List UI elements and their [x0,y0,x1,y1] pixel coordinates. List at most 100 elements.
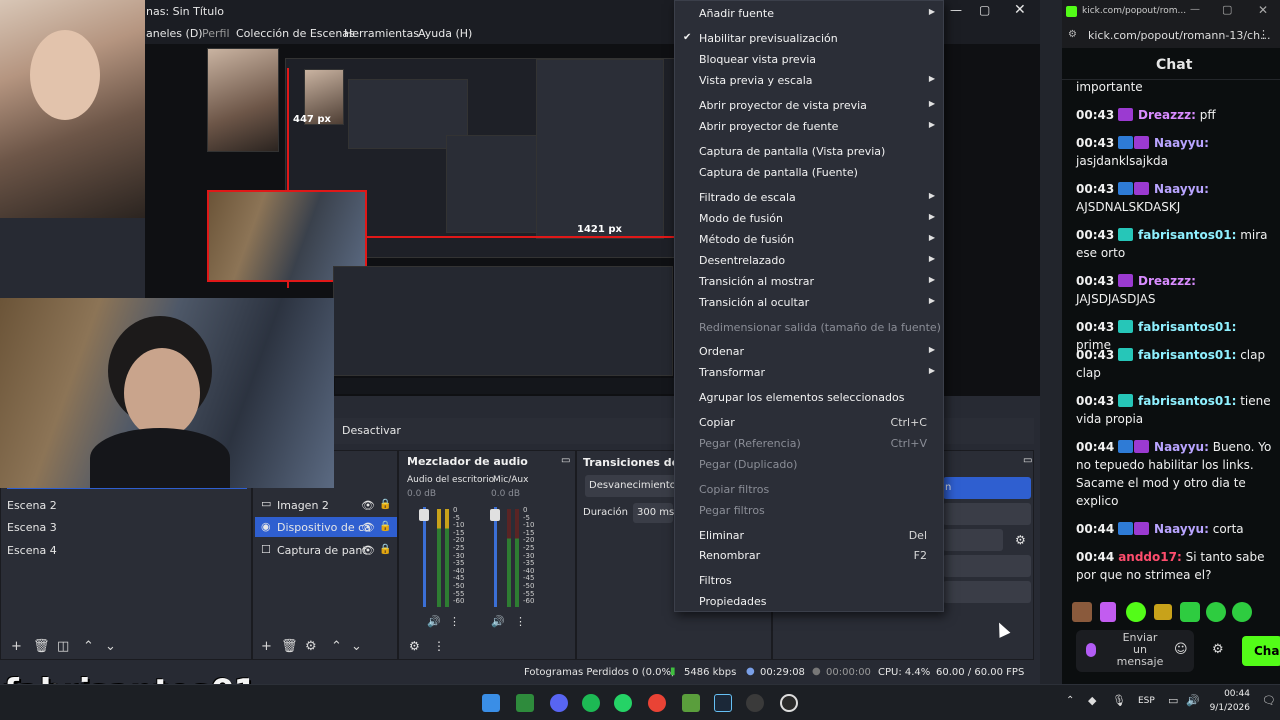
settings-button[interactable] [943,581,1031,603]
menu-item-deinterlace[interactable]: Desentrelazado ▶ [699,252,935,270]
volume-fader-track[interactable] [423,507,426,607]
menu-item-lock-preview[interactable]: Bloquear vista previa [699,51,935,69]
scene-item[interactable]: Escena 4 [7,544,57,557]
speaker-icon[interactable]: 🔊 [491,615,505,628]
mixer-menu-icon[interactable]: ⋮ [433,639,445,653]
visibility-eye-icon[interactable]: 👁 [361,544,375,557]
source-settings-icon[interactable]: ⚙ [305,639,317,654]
menu-item-transform[interactable]: Transformar ▶ [699,364,935,382]
menu-item-show-transition[interactable]: Transición al mostrar ▶ [699,273,935,291]
scene-item[interactable]: Escena 2 [7,499,57,512]
duration-input[interactable]: 300 ms [633,503,674,523]
chrome-app-icon[interactable] [648,694,666,712]
emote-icon[interactable] [1180,602,1200,622]
mixer-settings-icon[interactable]: ⚙ [409,639,420,653]
language-indicator[interactable]: ESP [1138,696,1155,706]
steam-app-icon[interactable] [714,694,732,712]
network-icon[interactable]: ▭ [1168,694,1178,707]
more-options-icon[interactable]: ⋮ [1258,28,1269,41]
emote-icon[interactable] [1232,602,1252,622]
address-text[interactable]: kick.com/popout/romann-13/ch... [1088,29,1271,42]
clock-date[interactable]: 9/1/2026 [1206,703,1250,713]
notifications-icon[interactable]: 🗨 [1262,694,1276,707]
transition-select[interactable]: Desvanecimiento [585,475,677,497]
menu-item-order[interactable]: Ordenar ▶ [699,343,935,361]
whatsapp-app-icon[interactable] [614,694,632,712]
menu-item-blend-method[interactable]: Método de fusión ▶ [699,231,935,249]
studio-mode-button[interactable] [943,555,1031,577]
menu-item-group-selected[interactable]: Agrupar los elementos seleccionados [699,389,935,407]
volume-icon[interactable]: 🔊 [1186,694,1200,707]
minecraft-app-icon[interactable] [682,694,700,712]
remove-scene-icon[interactable]: 🗑 [33,639,50,654]
lock-icon[interactable]: 🔒 [379,544,391,555]
move-up-icon[interactable]: ⌃ [83,639,94,654]
source-move-up-icon[interactable]: ⌃ [331,639,342,654]
menu-item-preview-scale[interactable]: Vista previa y escala ▶ [699,72,935,90]
browser-tab-title[interactable]: kick.com/popout/rom... [1082,6,1186,16]
menu-help[interactable]: Ayuda (H) [418,27,472,40]
menu-tools[interactable]: Herramientas [344,27,419,40]
remove-source-icon[interactable]: 🗑 [281,639,298,654]
maximize-icon[interactable]: ▢ [1222,3,1232,16]
lock-icon[interactable]: 🔒 [379,521,391,532]
menu-item-source-projector[interactable]: Abrir proyector de fuente ▶ [699,118,935,136]
start-recording-button[interactable] [943,503,1031,525]
excel-app-icon[interactable] [516,694,534,712]
more-options-icon[interactable]: ⋮ [515,615,526,628]
microphone-tray-icon[interactable]: 🎙 [1112,694,1126,707]
menu-item-screenshot-source[interactable]: Captura de pantalla (Fuente) [699,164,935,182]
lock-icon[interactable]: 🔒 [379,499,391,510]
volume-fader-track[interactable] [494,507,497,607]
source-item[interactable]: Dispositivo de ca [277,521,371,534]
emoji-icon[interactable]: ☺ [1174,642,1188,657]
minimize-icon[interactable]: — [950,3,962,17]
windows-start-icon[interactable] [482,694,500,712]
menu-panels[interactable]: aneles (D) [146,27,203,40]
site-info-icon[interactable]: ⚙ [1068,29,1077,40]
visibility-eye-icon[interactable]: 👁 [361,499,375,512]
menu-item-screenshot-preview[interactable]: Captura de pantalla (Vista previa) [699,143,935,161]
chat-settings-icon[interactable]: ⚙ [1212,642,1224,657]
volume-fader-handle[interactable] [490,509,500,521]
virtual-camera-button[interactable] [943,529,1003,551]
scene-item[interactable]: Escena 3 [7,521,57,534]
menu-item-properties[interactable]: Propiedades [699,593,935,611]
speaker-icon[interactable]: 🔊 [427,615,441,628]
menu-item-preview-projector[interactable]: Abrir proyector de vista previa ▶ [699,97,935,115]
menu-item-blend-mode[interactable]: Modo de fusión ▶ [699,210,935,228]
send-chat-button[interactable]: Cha [1242,636,1280,666]
dock-float-icon[interactable]: ▭ [561,455,570,466]
emote-icon[interactable] [1126,602,1146,622]
virtual-camera-settings-icon[interactable]: ⚙ [1015,533,1026,547]
source-move-down-icon[interactable]: ⌄ [351,639,362,654]
menu-profile[interactable]: Perfil [202,27,230,40]
menu-item-scale-filter[interactable]: Filtrado de escala ▶ [699,189,935,207]
more-options-icon[interactable]: ⋮ [449,615,460,628]
emote-icon[interactable] [1154,604,1172,620]
obs-app-icon-2[interactable] [780,694,798,712]
minimize-icon[interactable]: — [1190,4,1200,15]
tray-app-icon[interactable]: ◆ [1088,694,1096,707]
menu-scene-collection[interactable]: Colección de Escenas [236,27,355,40]
dock-float-icon[interactable]: ▭ [1023,455,1032,466]
discord-app-icon[interactable] [550,694,568,712]
emote-icon[interactable] [1100,602,1116,622]
chat-input[interactable]: Enviar un mensaje ☺ [1076,630,1194,672]
scene-filters-icon[interactable]: ◫ [57,639,69,654]
tray-expand-icon[interactable]: ⌃ [1066,695,1074,706]
deactivate-button[interactable]: Desactivar [342,424,401,437]
browser-address-bar[interactable]: ⚙ kick.com/popout/romann-13/ch... ⋮ [1062,24,1280,48]
menu-item-rename[interactable]: Renombrar F2 [699,547,935,565]
maximize-icon[interactable]: ▢ [979,3,990,17]
obs-app-icon[interactable] [746,694,764,712]
add-source-icon[interactable]: + [261,639,272,654]
start-streaming-button[interactable]: n [943,477,1031,499]
menu-item-filters[interactable]: Filtros [699,572,935,590]
emote-icon[interactable] [1072,602,1092,622]
menu-item-hide-transition[interactable]: Transición al ocultar ▶ [699,294,935,312]
menu-item-add-source[interactable]: Añadir fuente ▶ [699,5,935,23]
move-down-icon[interactable]: ⌄ [105,639,116,654]
microphone-icon[interactable] [1086,643,1096,657]
close-icon[interactable]: ✕ [1014,2,1026,18]
